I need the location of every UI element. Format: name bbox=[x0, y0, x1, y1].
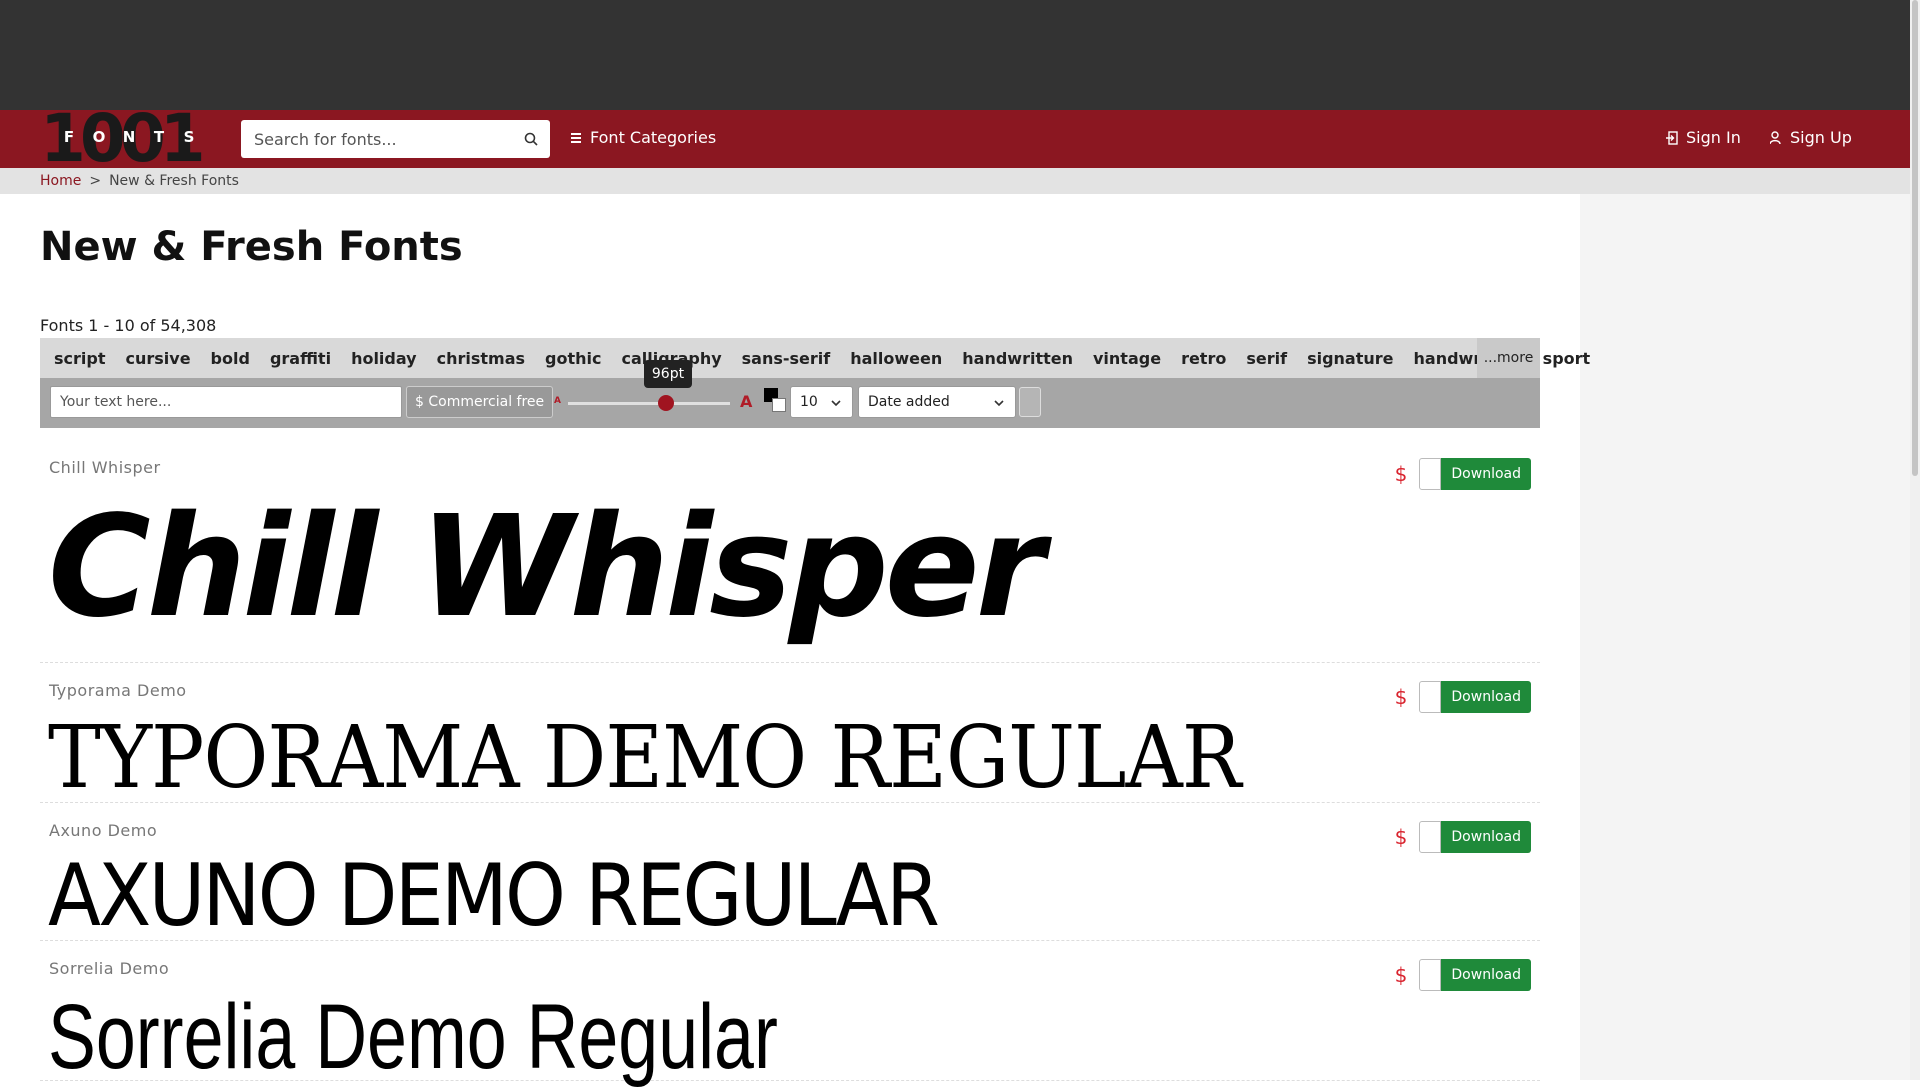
sort-direction-button[interactable] bbox=[1019, 387, 1041, 417]
logo-letters: F O N T S bbox=[62, 128, 196, 146]
sign-in-icon bbox=[1666, 130, 1678, 145]
download-label: Download bbox=[1451, 689, 1521, 705]
tag-link[interactable]: halloween bbox=[850, 349, 942, 368]
size-slider-track[interactable] bbox=[568, 402, 730, 405]
tag-bar: script cursive bold graffiti holiday chr… bbox=[40, 338, 1590, 378]
price-icon: $ bbox=[1394, 462, 1408, 486]
font-name-link[interactable]: Typorama Demo bbox=[49, 681, 187, 700]
preview-tools-bar: $ Commercial free A 96pt A 10 Date added bbox=[40, 360, 1540, 428]
navbar: 1001 F O N T S Font Categories Sign In bbox=[0, 106, 1910, 172]
download-button[interactable]: Download bbox=[1441, 821, 1531, 853]
font-categories-link[interactable]: Font Categories bbox=[570, 128, 716, 147]
sort-select[interactable]: Date added bbox=[858, 386, 1016, 418]
tag-link[interactable]: sport bbox=[1543, 349, 1591, 368]
tag-link[interactable]: graffiti bbox=[270, 349, 331, 368]
sign-up-link[interactable]: Sign Up bbox=[1770, 128, 1852, 147]
font-name-link[interactable]: Sorrelia Demo bbox=[49, 959, 169, 978]
download-label: Download bbox=[1451, 967, 1521, 983]
tag-link[interactable]: cursive bbox=[125, 349, 190, 368]
favorite-button[interactable] bbox=[1419, 458, 1442, 490]
favorite-button[interactable] bbox=[1419, 821, 1442, 853]
download-button[interactable]: Download bbox=[1441, 959, 1531, 991]
download-button[interactable]: Download bbox=[1441, 458, 1531, 490]
font-row: Axuno Demo $ Download AXUNO DEMO REGULAR bbox=[40, 813, 1540, 941]
font-categories-label: Font Categories bbox=[590, 128, 717, 147]
price-icon: $ bbox=[1394, 685, 1408, 709]
tag-link[interactable]: christmas bbox=[437, 349, 525, 368]
list-icon bbox=[571, 132, 581, 143]
tag-link[interactable]: vintage bbox=[1093, 349, 1161, 368]
sign-up-label: Sign Up bbox=[1790, 128, 1852, 147]
preview-text-input[interactable] bbox=[50, 386, 402, 418]
breadcrumb: Home > New & Fresh Fonts bbox=[0, 168, 1910, 194]
font-name-link[interactable]: Axuno Demo bbox=[49, 821, 157, 840]
tag-link[interactable]: signature bbox=[1307, 349, 1393, 368]
per-page-select[interactable]: 10 bbox=[790, 386, 853, 418]
search-box bbox=[241, 120, 550, 158]
scrollbar-thumb[interactable] bbox=[1912, 0, 1918, 476]
row-actions: $ Download bbox=[1395, 821, 1531, 853]
search-input[interactable] bbox=[254, 129, 524, 149]
scrollbar[interactable] bbox=[1910, 0, 1920, 1080]
size-tooltip: 96pt bbox=[644, 360, 692, 388]
download-button[interactable]: Download bbox=[1441, 681, 1531, 713]
tag-link[interactable]: serif bbox=[1246, 349, 1287, 368]
chevron-down-icon bbox=[831, 400, 841, 407]
right-sidebar bbox=[1580, 194, 1910, 1080]
breadcrumb-separator: > bbox=[89, 173, 102, 189]
search-icon[interactable] bbox=[524, 132, 538, 146]
logo-letter: S bbox=[183, 128, 195, 146]
size-small-icon: A bbox=[554, 396, 561, 406]
background-color-swatch[interactable] bbox=[772, 398, 786, 412]
color-swap-icon[interactable] bbox=[762, 388, 792, 418]
favorite-button[interactable] bbox=[1419, 959, 1442, 991]
tag-link[interactable]: gothic bbox=[545, 349, 601, 368]
font-preview[interactable]: Sorrelia Demo Regular bbox=[48, 991, 778, 1083]
site-logo[interactable]: 1001 F O N T S bbox=[40, 106, 206, 172]
tag-link[interactable]: holiday bbox=[351, 349, 417, 368]
price-icon: $ bbox=[1394, 963, 1408, 987]
size-slider-handle[interactable] bbox=[658, 395, 674, 411]
tag-link[interactable]: script bbox=[54, 349, 105, 368]
logo-letter: F bbox=[63, 128, 75, 146]
sort-value: Date added bbox=[868, 394, 950, 410]
font-preview[interactable]: AXUNO DEMO REGULAR bbox=[48, 853, 940, 939]
commercial-free-toggle[interactable]: $ Commercial free bbox=[406, 386, 554, 418]
user-plus-icon bbox=[1770, 130, 1781, 144]
sign-in-link[interactable]: Sign In bbox=[1666, 128, 1741, 147]
per-page-value: 10 bbox=[800, 394, 818, 410]
sign-in-label: Sign In bbox=[1686, 128, 1741, 147]
download-label: Download bbox=[1451, 466, 1521, 482]
row-actions: $ Download bbox=[1395, 959, 1531, 991]
row-actions: $ Download bbox=[1395, 458, 1531, 490]
font-row: Typorama Demo $ Download TYPORAMA DEMO R… bbox=[40, 673, 1540, 803]
more-tags-button[interactable]: ...more bbox=[1477, 338, 1540, 378]
page-title: New & Fresh Fonts bbox=[40, 224, 463, 270]
download-label: Download bbox=[1451, 829, 1521, 845]
font-name-link[interactable]: Chill Whisper bbox=[49, 458, 161, 477]
font-row: Sorrelia Demo $ Download Sorrelia Demo R… bbox=[40, 951, 1540, 1083]
logo-letter: T bbox=[153, 128, 165, 146]
font-preview[interactable]: Chill Whisper bbox=[48, 498, 1045, 638]
size-large-icon: A bbox=[740, 392, 753, 411]
favorite-button[interactable] bbox=[1419, 681, 1442, 713]
font-row: Chill Whisper $ Download Chill Whisper bbox=[40, 450, 1540, 663]
fonts-count: Fonts 1 - 10 of 54,308 bbox=[40, 316, 217, 335]
tag-link[interactable]: retro bbox=[1181, 349, 1226, 368]
breadcrumb-home-link[interactable]: Home bbox=[40, 173, 81, 189]
logo-letter: N bbox=[122, 128, 136, 146]
tag-link[interactable]: sans-serif bbox=[742, 349, 831, 368]
row-actions: $ Download bbox=[1395, 681, 1531, 713]
breadcrumb-current: New & Fresh Fonts bbox=[109, 173, 239, 189]
font-preview[interactable]: TYPORAMA DEMO REGULAR bbox=[48, 715, 1241, 801]
tag-link[interactable]: handwritten bbox=[962, 349, 1073, 368]
tag-link[interactable]: bold bbox=[211, 349, 250, 368]
ad-banner bbox=[0, 0, 1910, 110]
logo-letter: O bbox=[92, 128, 106, 146]
chevron-down-icon bbox=[994, 400, 1004, 407]
price-icon: $ bbox=[1394, 825, 1408, 849]
